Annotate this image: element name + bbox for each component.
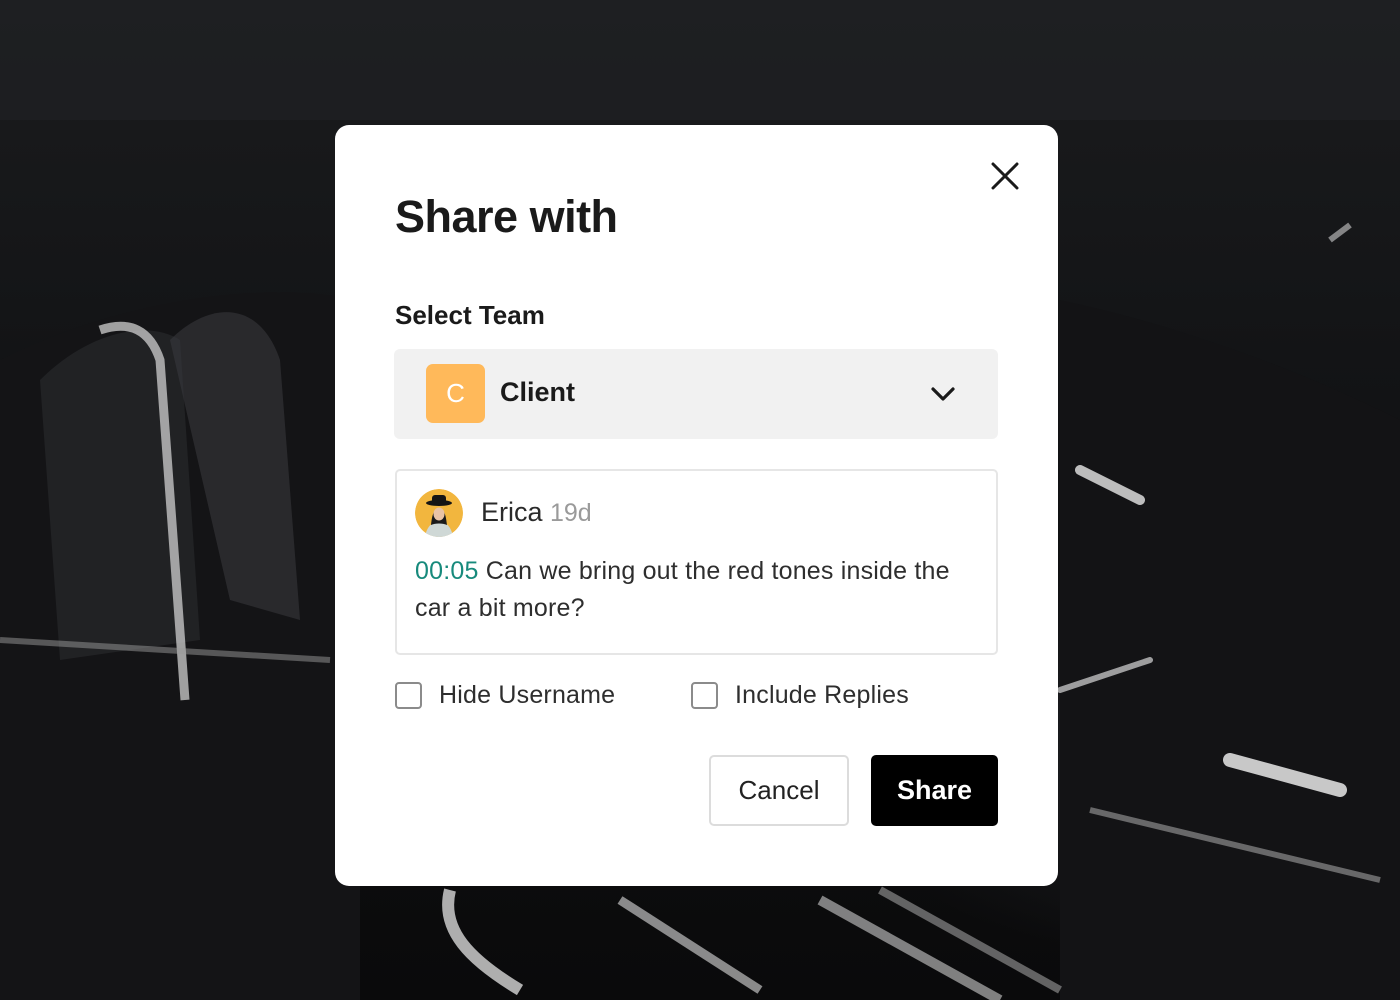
- close-icon: [991, 162, 1019, 190]
- team-dropdown[interactable]: C Client: [394, 349, 998, 439]
- avatar: [415, 489, 463, 537]
- hide-username-checkbox[interactable]: [395, 681, 422, 709]
- comment-text: 00:05 Can we bring out the red tones ins…: [415, 553, 980, 627]
- comment-author: Erica: [481, 497, 543, 527]
- include-replies-label: Include Replies: [735, 680, 909, 709]
- share-button[interactable]: Share: [871, 755, 998, 826]
- team-name: Client: [500, 377, 576, 407]
- team-avatar: C: [426, 364, 485, 423]
- include-replies-checkbox[interactable]: [691, 681, 718, 709]
- comment-message: Can we bring out the red tones inside th…: [415, 557, 950, 622]
- include-replies-option[interactable]: Include Replies: [691, 678, 909, 712]
- hide-username-label: Hide Username: [439, 680, 616, 709]
- user-avatar-image: [415, 489, 463, 537]
- comment-timestamp[interactable]: 00:05: [415, 557, 479, 585]
- comment-preview: Erica 19d 00:05 Can we bring out the red…: [395, 469, 998, 655]
- share-dialog: Share with Select Team C Client Erica 19…: [335, 125, 1058, 886]
- dialog-title: Share with: [395, 191, 618, 242]
- cancel-button[interactable]: Cancel: [709, 755, 849, 826]
- hide-username-option[interactable]: Hide Username: [395, 678, 615, 712]
- select-team-label: Select Team: [395, 300, 545, 330]
- close-button[interactable]: [988, 159, 1022, 193]
- comment-age: 19d: [550, 499, 592, 527]
- chevron-down-icon: [931, 387, 955, 401]
